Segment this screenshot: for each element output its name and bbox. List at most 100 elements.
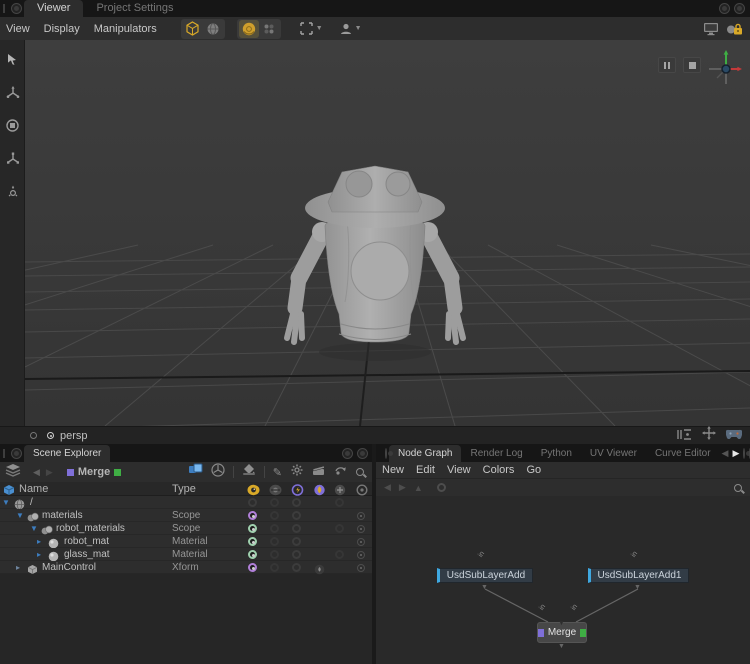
tab-viewer[interactable]: Viewer [24, 0, 83, 17]
rotate-tool-button[interactable] [0, 114, 25, 137]
graph-back-button[interactable]: ◀ [384, 482, 391, 493]
panel-add-button[interactable] [719, 3, 730, 14]
globe-display-icon[interactable] [203, 20, 223, 38]
target-cell[interactable] [357, 538, 365, 546]
visibility-eye-icon[interactable] [248, 524, 257, 533]
expand-arrow-icon[interactable]: ▼ [16, 511, 24, 520]
prune-cell[interactable] [292, 563, 301, 572]
tab-project-settings[interactable]: Project Settings [83, 0, 186, 17]
gear-icon[interactable] [291, 463, 303, 481]
ng-menu-view[interactable]: View [447, 464, 471, 476]
camera-name-label[interactable]: persp [60, 430, 88, 442]
ng-menu-new[interactable]: New [382, 464, 404, 476]
ng-menu-edit[interactable]: Edit [416, 464, 435, 476]
node-usdsublayeradd[interactable]: UsdSubLayerAdd [437, 568, 533, 583]
output-port-icon[interactable]: ▼ [481, 584, 488, 591]
tabs-scroll-left-button[interactable]: ◀ [722, 448, 729, 459]
tab-curve-editor[interactable]: Curve Editor [646, 445, 720, 462]
axis-gizmo[interactable] [705, 48, 747, 90]
selection-mask-dropdown[interactable]: ▼ [299, 21, 323, 36]
visibility-eye-icon[interactable] [248, 550, 257, 559]
scale-tool-button[interactable] [0, 147, 25, 170]
column-header-name[interactable]: Name [19, 483, 48, 495]
clapperboard-icon[interactable] [312, 463, 325, 481]
panel-menu-button[interactable] [11, 3, 22, 14]
panel-menu-button[interactable] [11, 448, 22, 459]
tab-node-graph[interactable]: Node Graph [389, 445, 461, 462]
search-icon[interactable] [356, 468, 364, 476]
expand-arrow-icon[interactable]: ▼ [30, 524, 38, 533]
table-row[interactable]: ▼ materials Scope [0, 509, 372, 522]
camera-dot-icon[interactable] [47, 432, 54, 439]
tab-scene-explorer[interactable]: Scene Explorer [24, 445, 110, 462]
transform-tool-button[interactable] [0, 180, 25, 203]
panel-add-button[interactable] [743, 448, 745, 459]
monitor-display-icon[interactable] [700, 17, 722, 40]
render-visibility-cell[interactable] [270, 537, 279, 546]
column-header-type[interactable]: Type [172, 483, 196, 495]
table-row[interactable]: ▼ / [0, 496, 372, 509]
render-visibility-cell[interactable] [270, 563, 279, 572]
graph-forward-button[interactable]: ▶ [399, 482, 406, 493]
table-row[interactable]: ▸ glass_mat Material [0, 548, 372, 561]
node-usdsublayeradd1[interactable]: UsdSubLayerAdd1 [588, 568, 689, 583]
breadcrumb[interactable]: Merge [67, 466, 121, 478]
render-visibility-cell[interactable] [270, 524, 279, 533]
table-row[interactable]: ▼ robot_materials Scope [0, 522, 372, 535]
tab-uv-viewer[interactable]: UV Viewer [581, 445, 646, 462]
graph-up-button[interactable]: ▲ [414, 483, 423, 493]
layers-stack-icon[interactable] [5, 463, 21, 482]
history-back-button[interactable]: ◀ [33, 467, 40, 478]
lighting-mode-button[interactable] [239, 20, 259, 38]
translate-tool-button[interactable] [0, 81, 25, 104]
render-visibility-cell[interactable] [270, 498, 279, 507]
expand-arrow-icon[interactable]: ▼ [2, 498, 10, 507]
render-visibility-cell[interactable] [270, 550, 279, 559]
resolution-gate-icon[interactable] [677, 427, 692, 445]
nodegraph-canvas[interactable]: in in UsdSubLayerAdd ▼ UsdSubLayerAdd1 ▼… [376, 496, 750, 664]
target-cell[interactable] [357, 525, 365, 533]
prune-cell[interactable] [292, 550, 301, 559]
prune-cell[interactable] [292, 498, 301, 507]
paint-bucket-icon[interactable] [242, 463, 256, 481]
panel-drag-handle[interactable] [3, 4, 5, 13]
panel-close-button[interactable] [734, 3, 745, 14]
history-forward-button[interactable]: ▶ [46, 467, 53, 478]
rotate-cursor-icon[interactable] [334, 463, 347, 481]
viewer-menu-display[interactable]: Display [44, 23, 80, 35]
table-row[interactable]: ▸ robot_mat Material [0, 535, 372, 548]
annotation-icon[interactable] [437, 483, 446, 492]
selection-boxes-icon[interactable] [188, 463, 203, 481]
panel-menu-button[interactable] [385, 448, 387, 459]
expand-arrow-icon[interactable]: ▸ [37, 537, 41, 546]
visibility-eye-icon[interactable] [248, 563, 257, 572]
ng-menu-go[interactable]: Go [526, 464, 541, 476]
visibility-eye-icon[interactable] [248, 537, 257, 546]
target-cell[interactable] [357, 512, 365, 520]
gamepad-icon[interactable] [726, 427, 742, 445]
collapse-chevron-icon[interactable]: ▼ [558, 620, 565, 627]
pause-button[interactable] [658, 57, 676, 73]
select-tool-button[interactable] [0, 48, 25, 71]
add-cell[interactable] [335, 550, 344, 559]
panel-drag-handle[interactable] [3, 449, 5, 458]
grid-spheres-icon[interactable] [259, 20, 279, 38]
shaded-cube-icon[interactable] [183, 20, 203, 38]
add-cell[interactable] [335, 524, 344, 533]
tab-render-log[interactable]: Render Log [461, 445, 531, 462]
prune-cell[interactable] [292, 524, 301, 533]
expand-arrow-icon[interactable]: ▸ [37, 550, 41, 559]
tabs-scroll-right-button[interactable]: ▶ [732, 448, 739, 459]
viewer-menu-manipulators[interactable]: Manipulators [94, 23, 157, 35]
visibility-eye-icon[interactable] [248, 511, 257, 520]
edit-scope-lock-icon[interactable] [722, 17, 746, 40]
target-cell[interactable] [357, 564, 365, 572]
target-cell[interactable] [357, 551, 365, 559]
viewer-menu-view[interactable]: View [6, 23, 30, 35]
node-merge[interactable]: ▼ Merge [537, 622, 587, 643]
prune-cell[interactable] [292, 537, 301, 546]
render-visibility-cell[interactable] [270, 511, 279, 520]
visibility-cell[interactable] [248, 498, 257, 507]
output-port-icon[interactable]: ▼ [634, 584, 641, 591]
pinwheel-icon[interactable] [211, 463, 225, 482]
